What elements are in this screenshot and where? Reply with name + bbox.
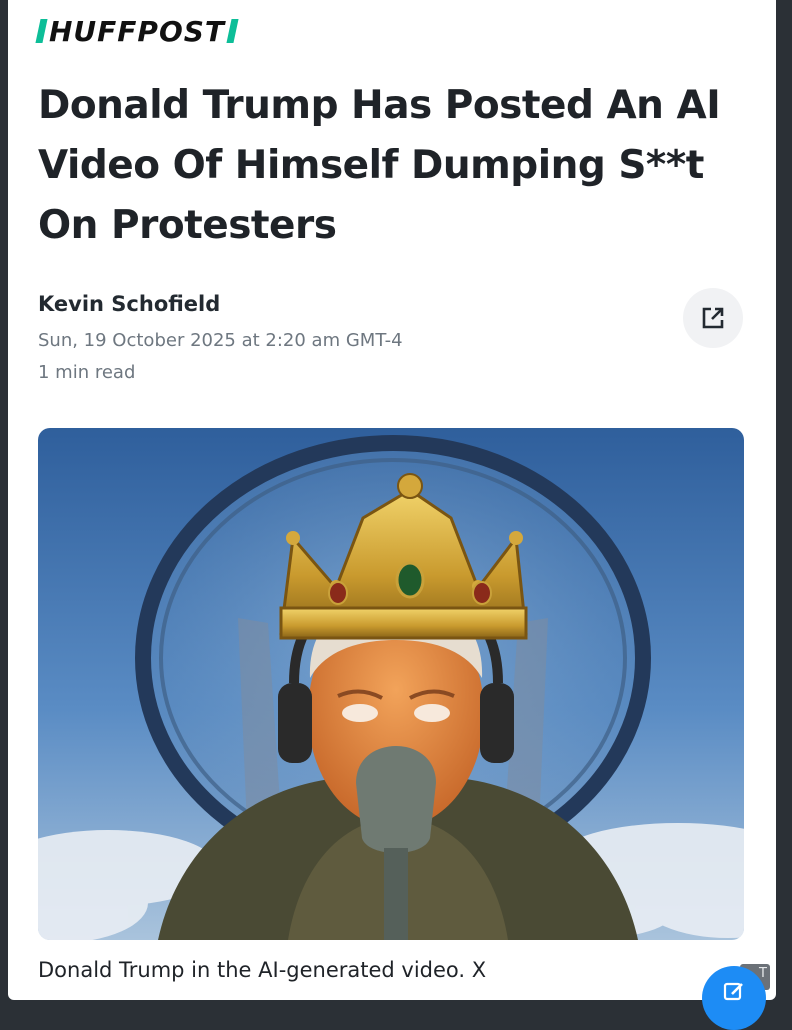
read-time: 1 min read	[38, 362, 136, 383]
article-author[interactable]: Kevin Schofield	[38, 292, 220, 316]
headset-left	[278, 683, 312, 763]
right-eye	[414, 704, 450, 722]
oxygen-mask	[356, 746, 436, 853]
logo-bar-left	[35, 19, 48, 43]
article-card: HUFFPOST Donald Trump Has Posted An AI V…	[8, 0, 776, 1000]
hero-illustration	[38, 428, 744, 940]
logo-bar-right	[226, 19, 239, 43]
left-eye	[342, 704, 378, 722]
compose-button[interactable]	[702, 966, 766, 1030]
article-date: Sun, 19 October 2025 at 2:20 am GMT-4	[38, 330, 403, 351]
image-caption: Donald Trump in the AI-generated video. …	[38, 958, 487, 982]
article-hero-image[interactable]	[38, 428, 744, 940]
publication-name: HUFFPOST	[49, 14, 226, 48]
article-title: Donald Trump Has Posted An AI Video Of H…	[38, 83, 721, 248]
headset-right	[480, 683, 514, 763]
share-button[interactable]	[683, 288, 743, 348]
pencil-icon	[723, 982, 743, 1001]
oxygen-hose	[384, 848, 408, 940]
external-link-icon	[702, 307, 724, 329]
publication-logo[interactable]: HUFFPOST	[35, 14, 239, 48]
